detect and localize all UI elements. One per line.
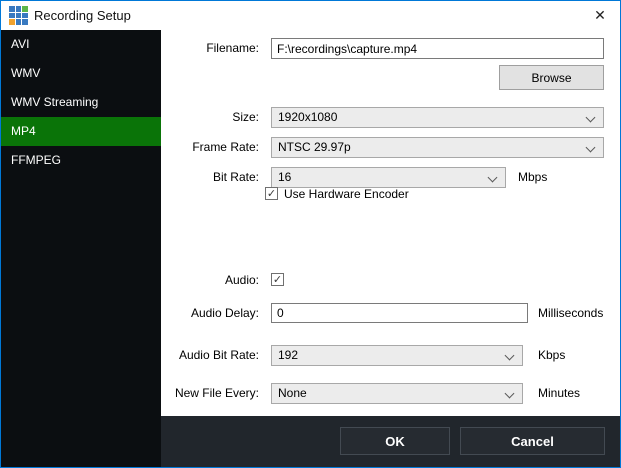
chevron-down-icon bbox=[488, 173, 498, 183]
bit-rate-unit: Mbps bbox=[518, 167, 547, 188]
sidebar-item-wmv-streaming[interactable]: WMV Streaming bbox=[1, 88, 161, 117]
filename-input[interactable] bbox=[271, 38, 604, 59]
frame-rate-value: NTSC 29.97p bbox=[278, 140, 351, 154]
audio-checkbox[interactable]: ✓ bbox=[271, 273, 284, 286]
audio-delay-unit: Milliseconds bbox=[538, 303, 603, 324]
sidebar-item-avi[interactable]: AVI bbox=[1, 30, 161, 59]
bit-rate-dropdown[interactable]: 16 bbox=[271, 167, 506, 188]
size-label: Size: bbox=[161, 107, 259, 128]
footer-bar: OK Cancel bbox=[161, 416, 620, 467]
hardware-encoder-label: Use Hardware Encoder bbox=[284, 187, 409, 201]
chevron-down-icon bbox=[505, 351, 515, 361]
format-sidebar: AVI WMV WMV Streaming MP4 FFMPEG bbox=[1, 30, 161, 467]
hardware-encoder-checkbox[interactable]: ✓ bbox=[265, 187, 278, 200]
audio-delay-input[interactable] bbox=[271, 303, 528, 323]
new-file-every-value: None bbox=[278, 386, 307, 400]
audio-label: Audio: bbox=[161, 273, 259, 287]
bit-rate-value: 16 bbox=[278, 170, 291, 184]
cancel-button[interactable]: Cancel bbox=[460, 427, 605, 455]
settings-panel: Filename: Browse Size: 1920x1080 Frame R… bbox=[161, 30, 621, 416]
size-dropdown[interactable]: 1920x1080 bbox=[271, 107, 604, 128]
title-bar: Recording Setup ✕ bbox=[1, 1, 620, 30]
bit-rate-label: Bit Rate: bbox=[161, 167, 259, 188]
ok-button[interactable]: OK bbox=[340, 427, 450, 455]
audio-bit-rate-dropdown[interactable]: 192 bbox=[271, 345, 523, 366]
new-file-every-dropdown[interactable]: None bbox=[271, 383, 523, 404]
sidebar-item-ffmpeg[interactable]: FFMPEG bbox=[1, 146, 161, 175]
chevron-down-icon bbox=[586, 143, 596, 153]
size-value: 1920x1080 bbox=[278, 110, 337, 124]
app-logo-icon bbox=[9, 6, 28, 25]
audio-bit-rate-label: Audio Bit Rate: bbox=[161, 345, 259, 366]
new-file-every-label: New File Every: bbox=[161, 383, 259, 404]
frame-rate-label: Frame Rate: bbox=[161, 137, 259, 158]
audio-bit-rate-value: 192 bbox=[278, 348, 298, 362]
sidebar-item-wmv[interactable]: WMV bbox=[1, 59, 161, 88]
chevron-down-icon bbox=[505, 389, 515, 399]
chevron-down-icon bbox=[586, 113, 596, 123]
window-title: Recording Setup bbox=[34, 1, 131, 30]
browse-button[interactable]: Browse bbox=[499, 65, 604, 90]
audio-bit-rate-unit: Kbps bbox=[538, 345, 565, 366]
new-file-every-unit: Minutes bbox=[538, 383, 580, 404]
filename-label: Filename: bbox=[161, 38, 259, 59]
frame-rate-dropdown[interactable]: NTSC 29.97p bbox=[271, 137, 604, 158]
close-icon[interactable]: ✕ bbox=[590, 1, 610, 30]
sidebar-item-mp4[interactable]: MP4 bbox=[1, 117, 161, 146]
audio-delay-label: Audio Delay: bbox=[161, 303, 259, 324]
recording-setup-dialog: Recording Setup ✕ AVI WMV WMV Streaming … bbox=[0, 0, 621, 468]
